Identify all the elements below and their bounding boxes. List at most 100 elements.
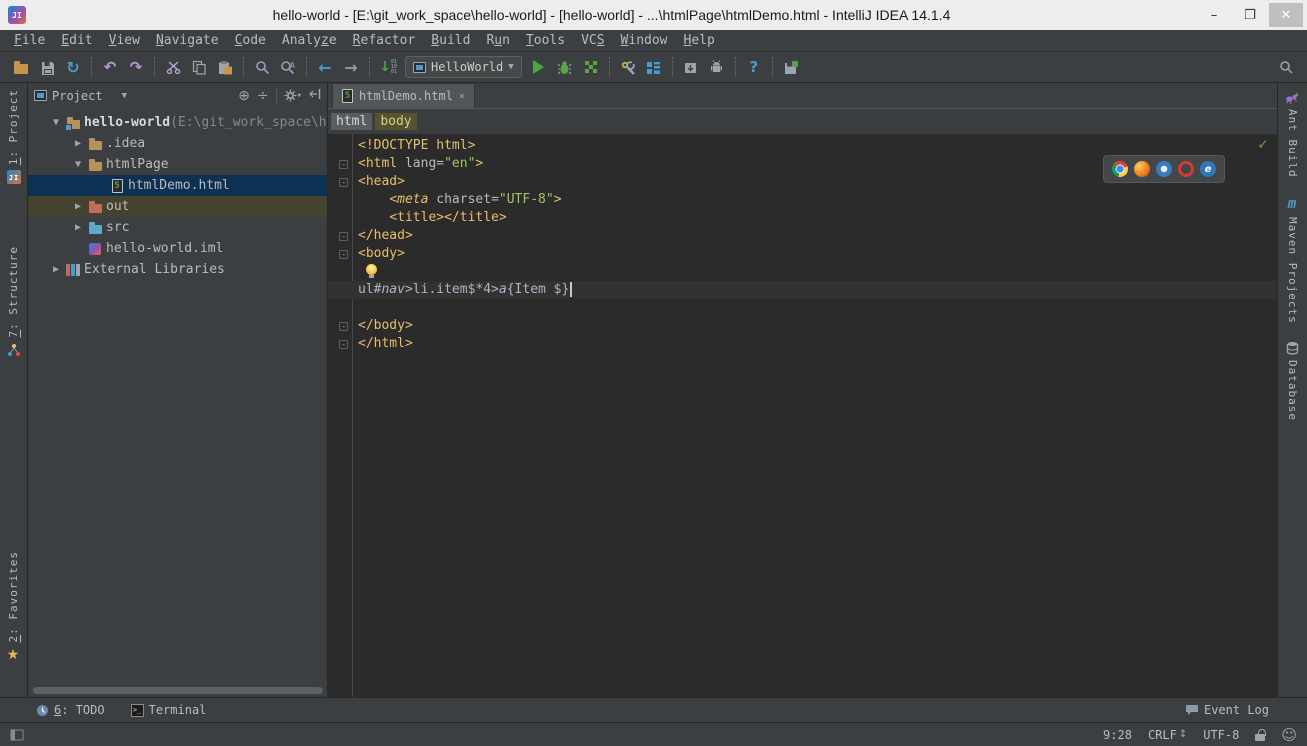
unlock-icon[interactable] <box>1255 734 1265 741</box>
ie-browser-icon[interactable]: e <box>1200 161 1216 177</box>
save-plugin-button[interactable] <box>778 55 804 79</box>
stripe-button-project[interactable]: 1: ProjectJI <box>7 89 21 184</box>
run-button[interactable] <box>526 55 552 79</box>
tree-item-hello-world[interactable]: ▼hello-world (E:\git_work_space\hell <box>28 112 327 133</box>
fold-marker-icon[interactable]: - <box>339 178 348 187</box>
redo-button[interactable]: ↷ <box>123 55 149 79</box>
debug-button[interactable] <box>552 55 578 79</box>
menu-tools[interactable]: Tools <box>518 32 573 49</box>
run-configuration-select[interactable]: HelloWorld▼ <box>405 56 522 78</box>
tree-item-external-libraries[interactable]: ▶External Libraries <box>28 259 327 280</box>
chevron-down-icon[interactable]: ▼ <box>122 91 127 101</box>
stripe-button-database[interactable]: Database <box>1286 341 1299 421</box>
collapse-arrow-icon[interactable]: ▶ <box>70 222 86 233</box>
copy-button[interactable] <box>186 55 212 79</box>
firefox-browser-icon[interactable] <box>1134 161 1150 177</box>
encoding-widget[interactable]: UTF-8 <box>1203 728 1239 742</box>
code-line-10[interactable] <box>328 299 1277 317</box>
tree-item-htmlpage[interactable]: ▼htmlPage <box>28 154 327 175</box>
view-options-gear-icon[interactable]: ▾ <box>284 89 302 102</box>
run-with-coverage-button[interactable] <box>578 55 604 79</box>
menu-window[interactable]: Window <box>613 32 676 49</box>
horizontal-scrollbar-thumb[interactable] <box>33 687 323 694</box>
minimize-button[interactable]: – <box>1197 3 1231 27</box>
fold-marker-icon[interactable]: - <box>339 250 348 259</box>
tab-close-icon[interactable]: ✕ <box>459 91 465 102</box>
menu-vcs[interactable]: VCS <box>573 32 612 49</box>
toolwindow-button-todo[interactable]: 6: TODO <box>36 703 105 717</box>
collapse-all-icon[interactable]: ÷ <box>257 88 269 104</box>
caret-position-widget[interactable]: 9:28 <box>1103 728 1132 742</box>
opera-browser-icon[interactable] <box>1178 161 1194 177</box>
line-separator-widget[interactable]: CRLF↕ <box>1148 728 1187 742</box>
code-line-7[interactable]: -<body> <box>328 245 1277 263</box>
hector-inspector-icon[interactable]: ☺ <box>1281 726 1297 744</box>
fold-marker-icon[interactable]: - <box>339 160 348 169</box>
synchronize-button[interactable]: ↻ <box>60 55 86 79</box>
stripe-button-ant-build[interactable]: Ant Build <box>1285 91 1300 178</box>
menu-refactor[interactable]: Refactor <box>345 32 424 49</box>
tree-item-src[interactable]: ▶src <box>28 217 327 238</box>
code-line-4[interactable]: <meta charset="UTF-8"> <box>328 191 1277 209</box>
fold-marker-icon[interactable]: - <box>339 232 348 241</box>
code-line-9[interactable]: ul#nav>li.item$*4>a{Item $} <box>328 281 1277 299</box>
project-structure-button[interactable] <box>641 55 667 79</box>
toolwindow-toggle-icon[interactable] <box>10 729 24 741</box>
find-button[interactable] <box>249 55 275 79</box>
breadcrumb-html[interactable]: html <box>331 113 372 130</box>
back-button[interactable]: ← <box>312 55 338 79</box>
expand-arrow-icon[interactable]: ▼ <box>70 159 86 170</box>
code-line-12[interactable]: -</html> <box>328 335 1277 353</box>
code-editor[interactable]: <!DOCTYPE html>-<html lang="en">-<head> … <box>328 134 1277 697</box>
code-line-11[interactable]: -</body> <box>328 317 1277 335</box>
intention-bulb-icon[interactable] <box>366 264 377 275</box>
toolwindow-button-terminal[interactable]: >_Terminal <box>131 703 207 717</box>
code-line-5[interactable]: <title></title> <box>328 209 1277 227</box>
menu-file[interactable]: File <box>6 32 53 49</box>
menu-help[interactable]: Help <box>676 32 723 49</box>
settings-button[interactable] <box>615 55 641 79</box>
save-all-button[interactable] <box>34 55 60 79</box>
collapse-arrow-icon[interactable]: ▶ <box>70 138 86 149</box>
safari-browser-icon[interactable] <box>1156 161 1172 177</box>
maximize-button[interactable]: ❐ <box>1233 3 1267 27</box>
replace-button[interactable]: A <box>275 55 301 79</box>
tree-item-out[interactable]: ▶out <box>28 196 327 217</box>
code-line-6[interactable]: -</head> <box>328 227 1277 245</box>
menu-analyze[interactable]: Analyze <box>274 32 345 49</box>
avd-manager-button[interactable] <box>704 55 730 79</box>
hide-panel-icon[interactable] <box>309 88 321 103</box>
menu-run[interactable]: Run <box>478 32 517 49</box>
search-everywhere-button[interactable] <box>1273 55 1299 79</box>
update-binary-button[interactable]: ↓011001 <box>375 55 401 79</box>
tree-item-hello-world-iml[interactable]: hello-world.iml <box>28 238 327 259</box>
locate-file-icon[interactable]: ⊕ <box>238 88 250 104</box>
code-line-1[interactable]: <!DOCTYPE html> <box>328 137 1277 155</box>
paste-button[interactable] <box>212 55 238 79</box>
toolwindow-button-event-log[interactable]: Event Log <box>1185 703 1269 717</box>
sdk-manager-button[interactable] <box>678 55 704 79</box>
stripe-button-favorites[interactable]: 2: Favorites★ <box>7 551 21 663</box>
cut-button[interactable] <box>160 55 186 79</box>
stripe-button-structure[interactable]: 7: Structure <box>7 246 21 356</box>
fold-marker-icon[interactable]: - <box>339 340 348 349</box>
collapse-arrow-icon[interactable]: ▶ <box>48 264 64 275</box>
stripe-button-maven-projects[interactable]: mMaven Projects <box>1286 196 1299 324</box>
tree-item-htmldemo-html[interactable]: 5htmlDemo.html <box>28 175 327 196</box>
undo-button[interactable]: ↶ <box>97 55 123 79</box>
close-button[interactable]: ✕ <box>1269 3 1303 27</box>
chrome-browser-icon[interactable] <box>1112 161 1128 177</box>
open-project-button[interactable] <box>8 55 34 79</box>
fold-marker-icon[interactable]: - <box>339 322 348 331</box>
editor-tab-htmldemo[interactable]: 5 htmlDemo.html ✕ <box>332 83 475 108</box>
tree-item--idea[interactable]: ▶.idea <box>28 133 327 154</box>
menu-navigate[interactable]: Navigate <box>148 32 227 49</box>
menu-code[interactable]: Code <box>227 32 274 49</box>
help-button[interactable]: ? <box>741 55 767 79</box>
collapse-arrow-icon[interactable]: ▶ <box>70 201 86 212</box>
menu-build[interactable]: Build <box>423 32 478 49</box>
menu-view[interactable]: View <box>101 32 148 49</box>
forward-button[interactable]: → <box>338 55 364 79</box>
code-line-8[interactable] <box>328 263 1277 281</box>
expand-arrow-icon[interactable]: ▼ <box>48 117 64 128</box>
